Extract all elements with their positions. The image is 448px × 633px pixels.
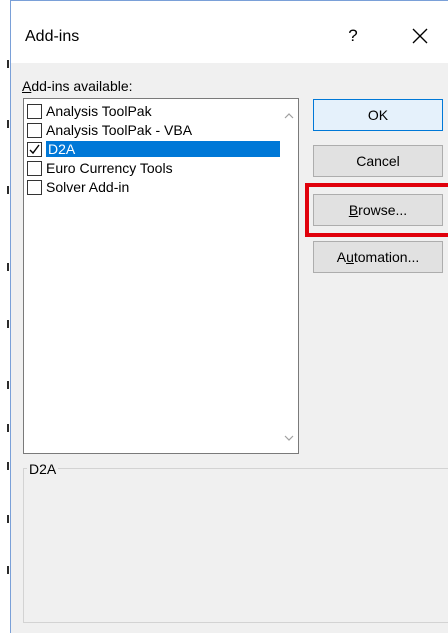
list-item-label: Solver Add-in [46,179,130,195]
ok-button[interactable]: OK [313,99,443,131]
browse-highlight-box [305,183,448,237]
chevron-down-icon [284,435,294,441]
cancel-button[interactable]: Cancel [313,145,443,177]
background-edge [0,0,10,633]
scroll-down-button[interactable] [282,431,296,445]
dialog-title: Add-ins [25,28,80,45]
close-button[interactable] [405,21,435,51]
list-item-selected[interactable]: D2A [27,140,280,158]
list-item[interactable]: Analysis ToolPak - VBA [27,121,280,139]
checkbox[interactable] [27,160,42,176]
add-ins-list[interactable]: Analysis ToolPak Analysis ToolPak - VBA … [23,98,299,454]
list-item-label: Analysis ToolPak [46,103,152,119]
automation-button[interactable]: Automation... [313,241,443,273]
list-item[interactable]: Euro Currency Tools [27,159,280,177]
add-ins-dialog: Add-ins ? Add-ins available: Analysis To… [10,0,448,633]
list-item[interactable]: Solver Add-in [27,178,280,196]
list-item-label: D2A [46,141,280,157]
list-item-label: Euro Currency Tools [46,160,173,176]
help-button[interactable]: ? [341,23,365,49]
chevron-up-icon [284,113,294,119]
description-group [23,468,448,623]
title-bar: Add-ins ? [11,1,448,63]
checkbox[interactable] [27,103,42,119]
checkbox-checked[interactable] [27,141,42,157]
checkbox[interactable] [27,122,42,138]
description-group-title: D2A [27,461,59,477]
list-item-label: Analysis ToolPak - VBA [46,122,193,138]
list-item[interactable]: Analysis ToolPak [27,102,280,120]
add-ins-available-label: Add-ins available: [22,78,133,94]
checkmark-icon [29,144,40,154]
checkbox[interactable] [27,179,42,195]
scroll-up-button[interactable] [282,109,296,123]
close-icon [412,28,428,44]
